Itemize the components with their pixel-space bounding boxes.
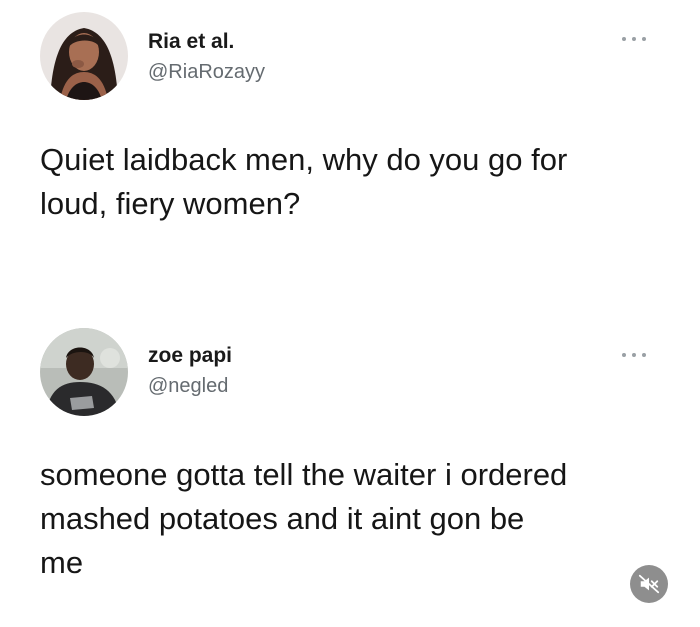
ellipsis-dot bbox=[622, 37, 626, 41]
mute-toggle-button[interactable] bbox=[630, 565, 668, 603]
ellipsis-dot bbox=[642, 353, 646, 357]
tweet-ria: Ria et al. @RiaRozayy Quiet laidback men… bbox=[0, 0, 700, 300]
more-options-button[interactable] bbox=[622, 348, 646, 362]
ellipsis-dot bbox=[632, 37, 636, 41]
tweet-zoe: zoe papi @negled someone gotta tell the … bbox=[0, 318, 700, 627]
profile-photo-man-icon bbox=[40, 328, 128, 416]
display-name[interactable]: zoe papi bbox=[148, 344, 232, 368]
ellipsis-dot bbox=[642, 37, 646, 41]
avatar-ria[interactable] bbox=[40, 12, 128, 100]
user-handle[interactable]: @RiaRozayy bbox=[148, 61, 265, 84]
ellipsis-dot bbox=[622, 353, 626, 357]
profile-photo-woman-icon bbox=[40, 12, 128, 100]
display-name[interactable]: Ria et al. bbox=[148, 30, 234, 54]
speaker-muted-icon bbox=[638, 574, 660, 594]
more-options-button[interactable] bbox=[622, 32, 646, 46]
tweet-text: Quiet laidback men, why do you go for lo… bbox=[40, 142, 568, 221]
user-handle[interactable]: @negled bbox=[148, 375, 228, 398]
avatar-zoe[interactable] bbox=[40, 328, 128, 416]
tweet-text: someone gotta tell the waiter i ordered … bbox=[40, 457, 568, 580]
ellipsis-dot bbox=[632, 353, 636, 357]
